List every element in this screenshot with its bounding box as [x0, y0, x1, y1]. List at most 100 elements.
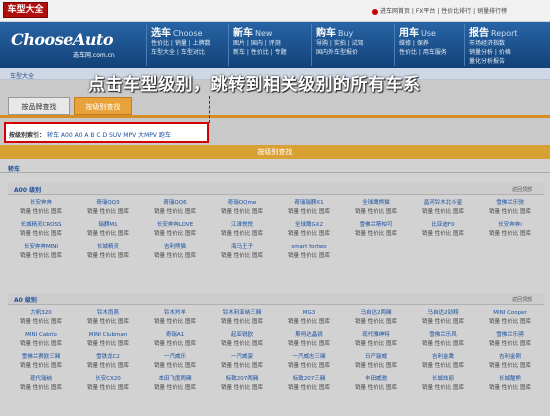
menu-2[interactable]: 购车 Buy 导购 | 实拍 | 试驾 国内外车型报价 [311, 24, 364, 66]
group-title[interactable]: A00 级别 [14, 185, 41, 194]
car-series-links[interactable]: 销量 性价比 图库 [477, 230, 543, 239]
car-series-name[interactable]: 长安奔奔LOVE [142, 221, 208, 230]
car-series-name[interactable]: 铃木雨燕 [75, 309, 141, 318]
car-series-name[interactable]: 起亚锐欧 [209, 331, 275, 340]
car-series-name[interactable]: 长城酷熊 [477, 375, 543, 384]
car-series-links[interactable]: 销量 性价比 图库 [276, 252, 342, 261]
car-series-name[interactable]: MG3 [276, 309, 342, 318]
car-series-links[interactable]: 销量 性价比 图库 [276, 340, 342, 349]
car-series-links[interactable]: 销量 性价比 图库 [343, 318, 409, 327]
menu-links[interactable]: 车型大全 | 车型对比 [151, 48, 211, 57]
car-series-links[interactable]: 销量 性价比 图库 [276, 362, 342, 371]
car-series-name[interactable]: 雪铁龙C2 [75, 353, 141, 362]
car-series-name[interactable]: 日产骊威 [343, 353, 409, 362]
car-series-name[interactable]: 奇瑞QQ3 [75, 199, 141, 208]
car-series-name[interactable]: smart fortwo [276, 243, 342, 252]
car-series-links[interactable]: 销量 性价比 图库 [209, 362, 275, 371]
car-series-name[interactable]: 比亚迪F0 [410, 221, 476, 230]
car-series-name[interactable]: 长安奔奔MINI [8, 243, 74, 252]
car-series-name[interactable]: 全球鹰熊猫 [343, 199, 409, 208]
car-series-links[interactable]: 销量 性价比 图库 [75, 230, 141, 239]
car-series-name[interactable]: 雪佛兰赛欧三厢 [8, 353, 74, 362]
car-series-name[interactable]: 长安CX20 [75, 375, 141, 384]
car-series-links[interactable]: 销量 性价比 图库 [410, 362, 476, 371]
car-series-name[interactable]: 奇瑞瑞麒X1 [276, 199, 342, 208]
car-series-links[interactable]: 销量 性价比 图库 [75, 340, 141, 349]
car-series-name[interactable]: 雪佛兰乐风 [410, 331, 476, 340]
car-series-links[interactable]: 销量 性价比 图库 [410, 340, 476, 349]
car-series-links[interactable]: 销量 性价比 图库 [477, 362, 543, 371]
car-series-name[interactable]: 吉利金鹰 [410, 353, 476, 362]
car-series-links[interactable]: 销量 性价比 图库 [209, 230, 275, 239]
car-series-name[interactable]: 江淮悦悦 [209, 221, 275, 230]
car-series-name[interactable]: 吉利熊猫 [142, 243, 208, 252]
car-series-name[interactable]: 昌河铃木北斗星 [410, 199, 476, 208]
car-series-links[interactable]: 销量 性价比 图库 [343, 340, 409, 349]
car-series-name[interactable]: 瑞麒M1 [75, 221, 141, 230]
car-series-name[interactable]: 一汽威姿 [209, 353, 275, 362]
car-series-links[interactable]: 销量 性价比 图库 [142, 252, 208, 261]
menu-4[interactable]: 报告 Report 市场经济指数 销量分析 | 价格 量化分析报告 [464, 24, 518, 66]
car-series-links[interactable]: 销量 性价比 图库 [343, 230, 409, 239]
car-series-links[interactable]: 销量 性价比 图库 [276, 318, 342, 327]
car-series-links[interactable]: 销量 性价比 图库 [410, 208, 476, 217]
car-series-name[interactable]: 全球鹰GX2 [276, 221, 342, 230]
tab-by-brand[interactable]: 按品牌查找 [8, 97, 70, 115]
menu-links[interactable]: 销量分析 | 价格 [469, 48, 518, 57]
car-series-name[interactable]: 标致207两厢 [209, 375, 275, 384]
menu-links[interactable]: 维修 | 保养 [399, 39, 447, 48]
car-series-links[interactable]: 销量 性价比 图库 [410, 318, 476, 327]
car-series-links[interactable]: 销量 性价比 图库 [75, 252, 141, 261]
car-series-links[interactable]: 销量 性价比 图库 [209, 318, 275, 327]
car-series-links[interactable]: 销量 性价比 图库 [477, 318, 543, 327]
menu-title[interactable]: 报告 Report [469, 24, 518, 39]
top-links-text[interactable]: 进车网首页 | FX平台 | 性价比排行 | 销量排行榜 [380, 8, 507, 15]
car-series-links[interactable]: 销量 性价比 图库 [8, 230, 74, 239]
car-series-links[interactable]: 销量 性价比 图库 [276, 208, 342, 217]
menu-links[interactable]: 性价比 | 用车服务 [399, 48, 447, 57]
car-series-name[interactable]: 长城精灵CROSS [8, 221, 74, 230]
car-series-links[interactable]: 销量 性价比 图库 [142, 208, 208, 217]
menu-title[interactable]: 新车 New [233, 24, 287, 39]
car-series-name[interactable]: 现代瑞纳 [8, 375, 74, 384]
car-series-name[interactable]: 奇瑞A1 [142, 331, 208, 340]
menu-links[interactable]: 量化分析报告 [469, 57, 518, 66]
menu-1[interactable]: 新车 New 图片 | 国内 | 评测 新车 | 性价比 | 专题 [228, 24, 287, 66]
menu-title[interactable]: 选车 Choose [151, 24, 211, 39]
car-series-name[interactable]: 力帆320 [8, 309, 74, 318]
car-series-links[interactable]: 销量 性价比 图库 [8, 318, 74, 327]
back-to-top-link[interactable]: 返回顶部 [512, 296, 532, 303]
car-series-links[interactable]: 销量 性价比 图库 [343, 384, 409, 393]
car-series-links[interactable]: 销量 性价比 图库 [8, 252, 74, 261]
site-logo[interactable]: ChooseAuto 选车网.com.cn [11, 30, 137, 60]
menu-links[interactable]: 图片 | 国内 | 评测 [233, 39, 287, 48]
car-series-name[interactable]: 标致207三厢 [276, 375, 342, 384]
car-series-name[interactable]: MINI Cooper [477, 309, 543, 318]
car-series-links[interactable]: 销量 性价比 图库 [8, 384, 74, 393]
menu-links[interactable]: 市场经济指数 [469, 39, 518, 48]
car-series-links[interactable]: 销量 性价比 图库 [209, 252, 275, 261]
menu-links[interactable]: 新车 | 性价比 | 专题 [233, 48, 287, 57]
car-series-name[interactable]: 本田飞度两厢 [142, 375, 208, 384]
car-series-name[interactable]: 斯柯达晶锐 [276, 331, 342, 340]
car-series-links[interactable]: 销量 性价比 图库 [209, 208, 275, 217]
car-series-links[interactable]: 销量 性价比 图库 [142, 230, 208, 239]
car-series-links[interactable]: 销量 性价比 图库 [477, 384, 543, 393]
car-series-name[interactable]: 海马王子 [209, 243, 275, 252]
car-series-name[interactable]: 吉利金刚 [477, 353, 543, 362]
car-series-name[interactable]: 长安奔奔 [8, 199, 74, 208]
menu-links[interactable]: 性价比 | 销量 | 上牌数 [151, 39, 211, 48]
car-series-name[interactable]: 一汽威志三厢 [276, 353, 342, 362]
group-title[interactable]: A0 级别 [14, 295, 37, 304]
car-series-links[interactable]: 销量 性价比 图库 [142, 362, 208, 371]
car-series-links[interactable]: 销量 性价比 图库 [75, 208, 141, 217]
car-series-name[interactable]: 丰田威驰 [343, 375, 409, 384]
car-series-name[interactable]: 马自达2劲翔 [410, 309, 476, 318]
car-series-links[interactable]: 销量 性价比 图库 [276, 230, 342, 239]
car-series-links[interactable]: 销量 性价比 图库 [142, 318, 208, 327]
car-series-links[interactable]: 销量 性价比 图库 [410, 384, 476, 393]
car-series-name[interactable]: 雪佛兰斯帕可 [343, 221, 409, 230]
car-series-links[interactable]: 销量 性价比 图库 [142, 384, 208, 393]
car-series-links[interactable]: 销量 性价比 图库 [75, 318, 141, 327]
menu-3[interactable]: 用车 Use 维修 | 保养 性价比 | 用车服务 [394, 24, 447, 66]
